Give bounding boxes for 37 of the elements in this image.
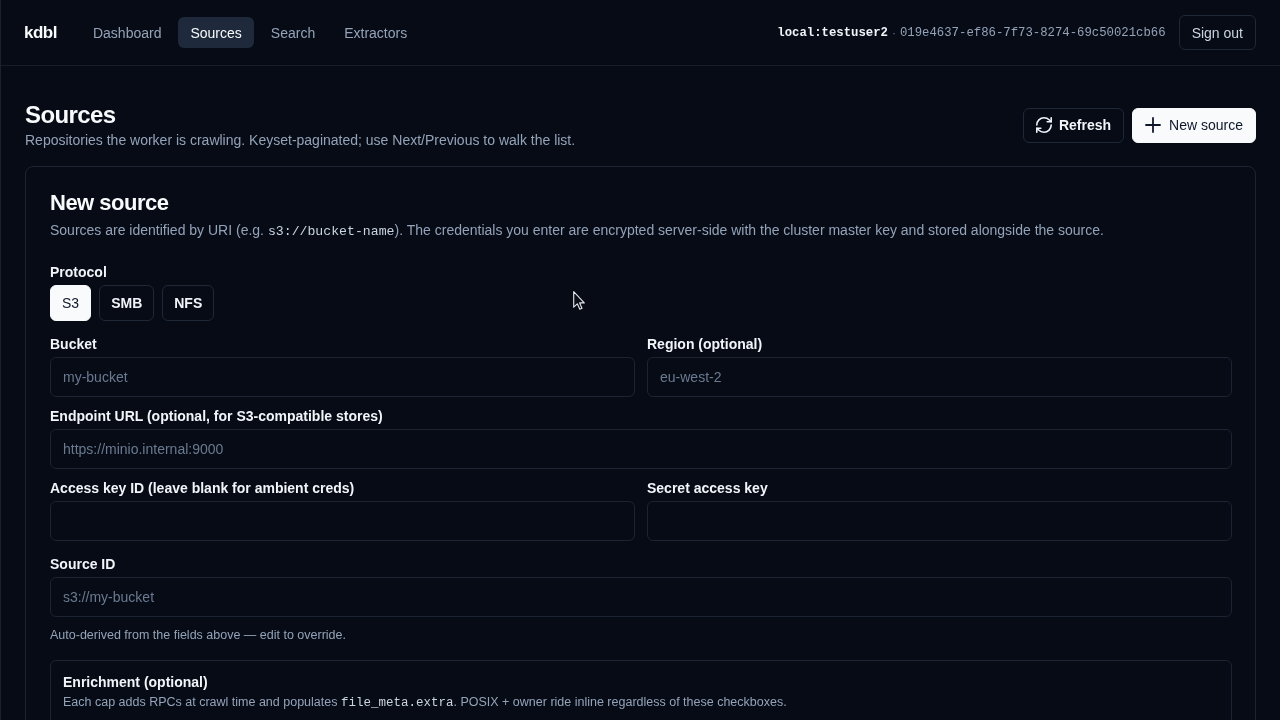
panel-description: Each cap adds RPCs at crawl time and populates file_meta.extra. POSIX + owner ride inline regardless of these checkboxes. <box>63 694 788 711</box>
field-label: Protocol <box>50 263 108 281</box>
nav-tab[interactable]: Extractors <box>332 17 420 48</box>
page-title: Sources <box>25 100 117 130</box>
new-source-button[interactable]: New source <box>1132 107 1256 143</box>
text-field[interactable]: eu-west-2 <box>647 357 1232 397</box>
refresh-button[interactable]: Refresh <box>1022 107 1125 143</box>
separator-dot: · <box>891 25 896 40</box>
nav-tab[interactable]: Search <box>258 17 328 48</box>
text-field[interactable] <box>647 501 1232 541</box>
protocol-option[interactable]: S3 <box>50 285 92 321</box>
refresh-icon <box>1035 117 1052 133</box>
text-field[interactable] <box>50 501 635 541</box>
field-label: Bucket <box>50 335 98 353</box>
field-label: Source ID <box>50 555 117 573</box>
session-id: 019e4637-ef86-7f73-8274-69c50021cb66 <box>899 25 1166 40</box>
panel-title: Enrichment (optional) <box>63 673 209 691</box>
field-hint: Auto-derived from the fields above — edit to override. <box>50 627 347 643</box>
form-description: Sources are identified by URI (e.g. s3://bucket-name). The credentials you enter are encrypted server-side with the cluster master key and stored alongside the source. <box>50 221 1105 241</box>
app-logo[interactable]: kdbl <box>24 22 57 43</box>
plus-icon <box>1145 117 1162 133</box>
text-field[interactable]: https://minio.internal:9000 <box>50 429 1232 469</box>
page-subtitle: Repositories the worker is crawling. Keyset-paginated; use Next/Previous to walk the list. <box>25 131 577 150</box>
protocol-option[interactable]: SMB <box>99 285 155 321</box>
field-label: Secret access key <box>647 479 769 497</box>
text-field[interactable]: my-bucket <box>50 357 635 397</box>
text-field[interactable]: s3://my-bucket <box>50 577 1232 617</box>
field-label: Access key ID (leave blank for ambient creds) <box>50 479 356 497</box>
user-name: local:testuser2 <box>777 25 888 40</box>
sign-out-button[interactable]: Sign out <box>1178 15 1256 50</box>
field-label: Endpoint URL (optional, for S3-compatible stores) <box>50 407 384 425</box>
cursor-icon <box>573 291 585 310</box>
nav-tab[interactable]: Sources <box>178 17 254 48</box>
form-title: New source <box>50 190 170 216</box>
nav-tab[interactable]: Dashboard <box>80 17 174 48</box>
field-label: Region (optional) <box>647 335 764 353</box>
protocol-option[interactable]: NFS <box>162 285 215 321</box>
